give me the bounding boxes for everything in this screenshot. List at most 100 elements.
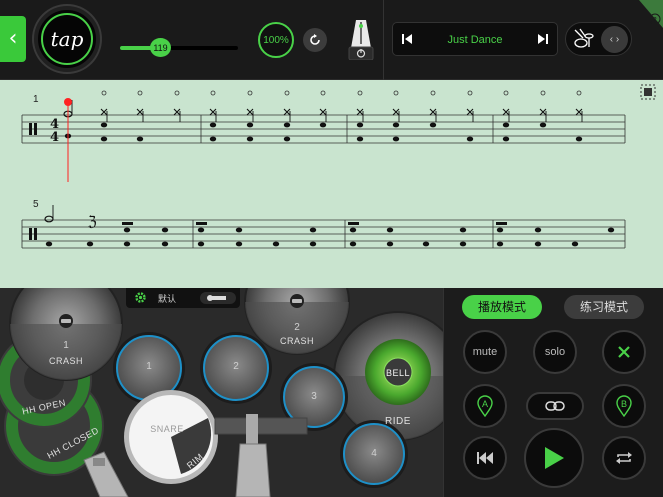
snare-note xyxy=(429,122,437,128)
snare-note xyxy=(283,122,291,128)
kick-note xyxy=(283,136,291,142)
playback-speed-button[interactable]: 100% xyxy=(258,22,294,58)
snare-note xyxy=(607,227,615,233)
hihat-note xyxy=(356,108,364,116)
kick-note xyxy=(272,241,280,247)
staff-system-1 xyxy=(21,114,626,144)
snare-note xyxy=(539,122,547,128)
kick-note xyxy=(197,241,205,247)
hihat-note xyxy=(100,108,108,116)
refresh-icon xyxy=(310,34,320,45)
svg-text:?: ? xyxy=(653,16,657,24)
kick-note xyxy=(356,136,364,142)
back-button[interactable]: ‹ xyxy=(0,16,26,62)
measure-number-1: 1 xyxy=(33,94,39,105)
open-hihat-mark xyxy=(467,90,473,96)
snare-note xyxy=(100,122,108,128)
kick-note xyxy=(496,241,504,247)
tom-2-number: 2 xyxy=(233,361,239,372)
song-title[interactable]: Just Dance xyxy=(423,23,527,57)
tempo-slider[interactable] xyxy=(120,46,238,50)
ab-loop-button[interactable] xyxy=(526,392,584,420)
song-selector: Just Dance xyxy=(392,22,558,56)
hihat-note xyxy=(283,108,291,116)
repeat-button[interactable] xyxy=(602,436,646,480)
snare-note xyxy=(459,227,467,233)
kick-note xyxy=(86,241,94,247)
staff-system-2 xyxy=(21,219,626,249)
hihat-note xyxy=(136,108,144,116)
tom-1-number: 1 xyxy=(146,361,152,372)
snare-note xyxy=(197,227,205,233)
skip-next-icon[interactable] xyxy=(537,33,549,45)
speed-reset-button[interactable] xyxy=(303,28,327,52)
tab-practice-mode[interactable]: 练习模式 xyxy=(564,295,644,319)
kit-settings-bar[interactable]: 默认 xyxy=(126,288,240,308)
marker-a-button[interactable]: A xyxy=(463,384,507,428)
open-hihat-mark xyxy=(393,90,399,96)
svg-text:4: 4 xyxy=(50,130,59,145)
playhead-handle[interactable] xyxy=(64,98,72,106)
skip-back-icon xyxy=(477,452,493,464)
open-hihat-mark xyxy=(503,90,509,96)
chevron-left-right-icon: ‹ › xyxy=(609,34,620,45)
hihat-note xyxy=(173,108,181,116)
kit-switch-button[interactable]: ‹ › xyxy=(601,26,628,53)
tempo-slider-knob[interactable]: 119 xyxy=(150,38,171,57)
hihat-note xyxy=(539,108,547,116)
snare-note xyxy=(392,122,400,128)
control-panel: 播放模式 练习模式 mute solo A B xyxy=(443,288,663,497)
rewind-button[interactable] xyxy=(463,436,507,480)
pedal-toggle-icon[interactable] xyxy=(200,292,236,304)
hihat-pedal[interactable] xyxy=(83,451,129,497)
drum-kit-switcher: ‹ › xyxy=(565,22,632,56)
marker-b-button[interactable]: B xyxy=(602,384,646,428)
tab-play-mode[interactable]: 播放模式 xyxy=(462,295,542,319)
whole-rest xyxy=(348,222,359,225)
open-hihat-mark xyxy=(174,90,180,96)
kick-note xyxy=(459,241,467,247)
play-button[interactable] xyxy=(524,428,584,488)
snare-note xyxy=(209,122,217,128)
clear-button[interactable] xyxy=(602,330,646,374)
kick-note xyxy=(45,241,53,247)
kick-note xyxy=(161,241,169,247)
kick-pedal[interactable] xyxy=(214,414,308,497)
solo-button[interactable]: solo xyxy=(533,330,577,374)
drum-kit-icon[interactable] xyxy=(572,27,596,51)
fullscreen-icon[interactable] xyxy=(640,84,656,100)
kick-note xyxy=(209,136,217,142)
hihat-note xyxy=(429,108,437,116)
help-icon[interactable]: ? xyxy=(639,0,663,28)
skip-previous-icon[interactable] xyxy=(401,33,413,45)
mute-button[interactable]: mute xyxy=(463,330,507,374)
crash-2-number: 2 xyxy=(294,322,300,333)
kick-note xyxy=(309,241,317,247)
metronome-button[interactable] xyxy=(347,18,375,61)
open-hihat-mark xyxy=(284,90,290,96)
kick-note xyxy=(349,241,357,247)
drum-score[interactable]: 1 5 4 4 ℨ xyxy=(0,80,663,288)
solo-label: solo xyxy=(544,346,566,358)
gear-icon[interactable] xyxy=(134,291,147,304)
snare-note xyxy=(356,122,364,128)
open-hihat-mark xyxy=(137,90,143,96)
crash-1-label: CRASH xyxy=(48,356,83,366)
whole-rest xyxy=(122,222,133,225)
snare-note xyxy=(502,122,510,128)
hihat-note xyxy=(392,108,400,116)
kick-note xyxy=(136,136,144,142)
marker-a-label: A xyxy=(481,399,488,409)
snare-note xyxy=(123,227,131,233)
playback-speed-label: 100% xyxy=(263,34,289,46)
kick-note xyxy=(575,136,583,142)
kick-note xyxy=(123,241,131,247)
time-signature: 4 4 xyxy=(50,117,59,145)
tap-tempo-button[interactable]: tap xyxy=(34,6,100,72)
hihat-note xyxy=(502,108,510,116)
open-hihat-mark xyxy=(540,90,546,96)
crash-1-number: 1 xyxy=(63,340,69,351)
hihat-note xyxy=(246,108,254,116)
snare-note xyxy=(534,227,542,233)
repeat-icon xyxy=(616,452,632,464)
